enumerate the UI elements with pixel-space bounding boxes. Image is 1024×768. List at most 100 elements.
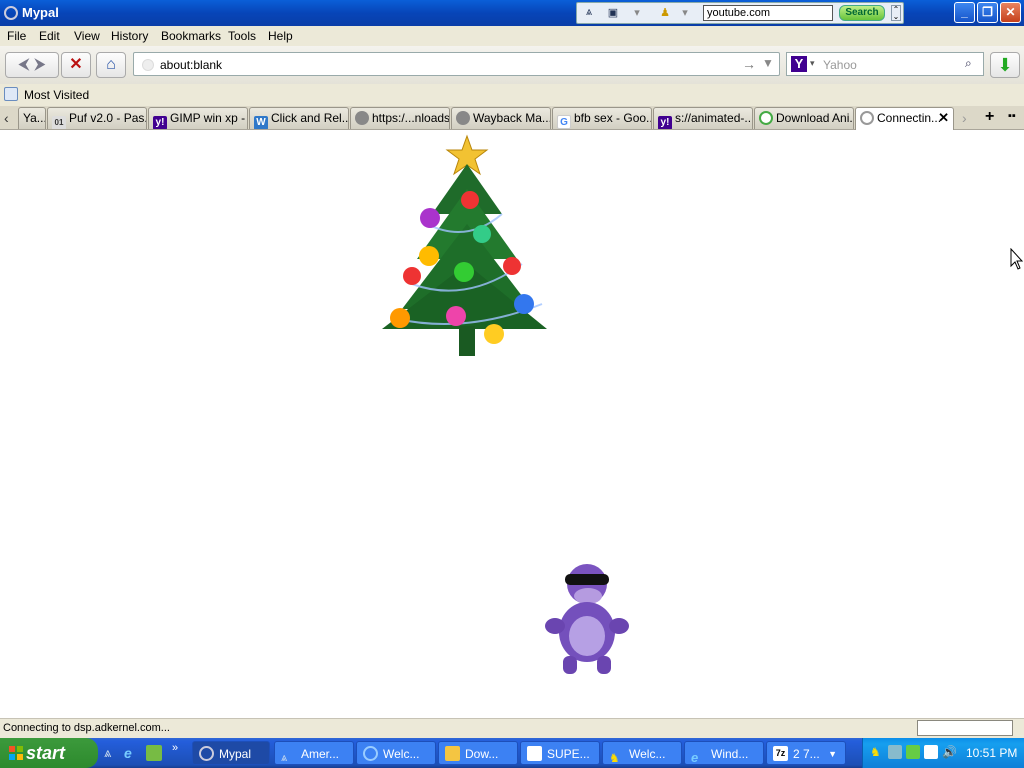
yahoo-icon: y! [153,116,167,129]
menu-help[interactable]: Help [268,29,293,43]
search-toolbar: ⩓ ▣ ▾ ♟ ▾ Search ⌃⌄ [576,2,904,24]
status-text: Connecting to dsp.adkernel.com... [3,722,170,734]
assistant-icon: ♞ [609,751,620,765]
quicklaunch-ie-icon[interactable]: e [124,745,140,761]
page-content [0,130,1024,718]
tab-item[interactable]: y! s://animated-... [653,107,753,129]
url-bar[interactable]: about:blank → ▼ [133,52,780,76]
menu-tools[interactable]: Tools [228,29,256,43]
toolbar-search-input[interactable] [703,5,833,21]
tab-label: Connectin... [877,111,942,125]
tray-network-icon[interactable] [888,745,902,759]
tab-item[interactable]: W Click and Rel... [249,107,349,129]
loading-icon [759,111,773,125]
restore-button[interactable]: ❐ [977,2,998,23]
toolbar-messenger-icon[interactable]: ♟ [657,6,673,20]
back-icon[interactable]: ⮜ [18,56,29,73]
taskbar-item[interactable]: e Wind... [684,741,764,765]
tab-item[interactable]: y!GIMP win xp - ... [148,107,248,129]
tray-assistant-icon[interactable]: ♞ [870,745,884,759]
engine-dropdown-icon[interactable]: ▾ [810,58,815,69]
yahoo-icon: y! [658,116,672,129]
back-forward-button[interactable]: ⮜ ⮞ [5,52,59,78]
tab-item[interactable]: Wayback Ma... [451,107,551,129]
menu-edit[interactable]: Edit [39,29,60,43]
most-visited-icon[interactable] [4,87,18,101]
taskbar-item[interactable]: Welc... [356,741,436,765]
toolbar-dropdown-icon[interactable]: ▾ [629,6,645,20]
taskbar-item[interactable]: SUPE... [520,741,600,765]
menu-view[interactable]: View [74,29,100,43]
globe-icon [456,111,470,125]
go-arrow-icon[interactable]: → [742,56,756,72]
folder-icon [445,746,460,761]
home-button[interactable]: ⌂ [96,52,126,78]
search-box[interactable]: Y ▾ Yahoo ⌕ [786,52,984,76]
status-progress-box [917,720,1013,736]
quicklaunch-more-icon[interactable]: » [172,742,188,758]
toolbar-mail-icon[interactable]: ▣ [605,6,621,20]
task-label: SUPE... [547,747,590,761]
taskbar-item[interactable]: ⩓ Amer... [274,741,354,765]
search-placeholder[interactable]: Yahoo [823,58,857,72]
home-icon: ⌂ [106,56,116,73]
tray-volume-icon[interactable]: 🔊 [942,745,957,759]
menu-history[interactable]: History [111,29,148,43]
tab-list-icon[interactable]: ▪▪ [1008,110,1016,122]
group-dropdown-icon[interactable]: ▼ [828,742,837,764]
toolbar-close-icon[interactable]: ⌃ ⌄ [891,5,901,21]
yahoo-icon[interactable]: Y [791,56,807,72]
quicklaunch-browser-icon[interactable]: ⩓ [104,745,120,761]
tab-close-icon[interactable]: ✕ [938,108,949,128]
menu-file[interactable]: File [7,29,26,43]
url-dropdown-icon[interactable]: ▼ [762,56,774,70]
tab-item[interactable]: https:/...nloads/ [350,107,450,129]
task-label: Wind... [711,747,749,761]
tab-item[interactable]: Ya... [18,107,46,129]
tray-security-icon[interactable] [906,745,920,759]
tab-item[interactable]: Gbfb sex - Goo... [552,107,652,129]
windows-logo-icon [9,746,23,760]
tab-label: Click and Rel... [271,111,349,125]
close-button[interactable]: ✕ [1000,2,1021,23]
taskbar-item[interactable]: ♞ Welc... [602,741,682,765]
tab-label: https:/...nloads/ [372,111,450,125]
stop-button[interactable]: ✕ [61,52,91,78]
quicklaunch-app-icon[interactable] [146,745,162,761]
tray-monitor-icon[interactable] [924,745,938,759]
taskbar-item[interactable]: Dow... [438,741,518,765]
stop-icon: ✕ [69,56,83,73]
mouse-cursor-icon [1010,248,1024,270]
puf-icon: 01 [52,116,66,129]
task-label: Dow... [465,747,499,761]
taskbar-group-item[interactable]: 7z 2 7... ▼ [766,741,846,765]
tab-item-active[interactable]: Connectin... ✕ [855,107,954,130]
tab-item[interactable]: Download Ani... [754,107,854,129]
tab-label: Puf v2.0 - Pas... [69,111,147,125]
search-icon[interactable]: ⌕ [965,56,972,71]
menu-bookmarks[interactable]: Bookmarks [161,29,221,43]
toolbar-dropdown-icon[interactable]: ▾ [677,6,693,20]
most-visited-bookmark[interactable]: Most Visited [24,88,89,102]
toolbar-logo-icon[interactable]: ⩓ [581,6,597,20]
toolbar-search-button[interactable]: Search [839,5,885,21]
7zip-icon: 7z [773,746,788,761]
new-tab-icon[interactable]: + [985,108,994,126]
minimize-button[interactable]: _ [954,2,975,23]
ie-icon: e [691,750,699,765]
tab-item[interactable]: 01 Puf v2.0 - Pas... [47,107,147,129]
clock[interactable]: 10:51 PM [966,746,1017,760]
globe-icon [355,111,369,125]
url-text[interactable]: about:blank [160,58,222,72]
download-button[interactable]: ⬇ [990,52,1020,78]
tab-label: GIMP win xp - ... [170,111,247,125]
browser-icon: ⩓ [281,752,288,764]
search-app-icon [363,746,378,761]
tab-scroll-right-icon[interactable]: › [962,110,967,126]
menu-bar: File Edit View History Bookmarks Tools H… [0,26,1024,46]
mypal-icon [199,746,214,761]
tab-scroll-left-icon[interactable]: ‹ [4,110,9,126]
loading-icon [860,111,874,125]
taskbar-item-mypal[interactable]: Mypal [192,741,270,765]
forward-icon[interactable]: ⮞ [34,56,46,73]
